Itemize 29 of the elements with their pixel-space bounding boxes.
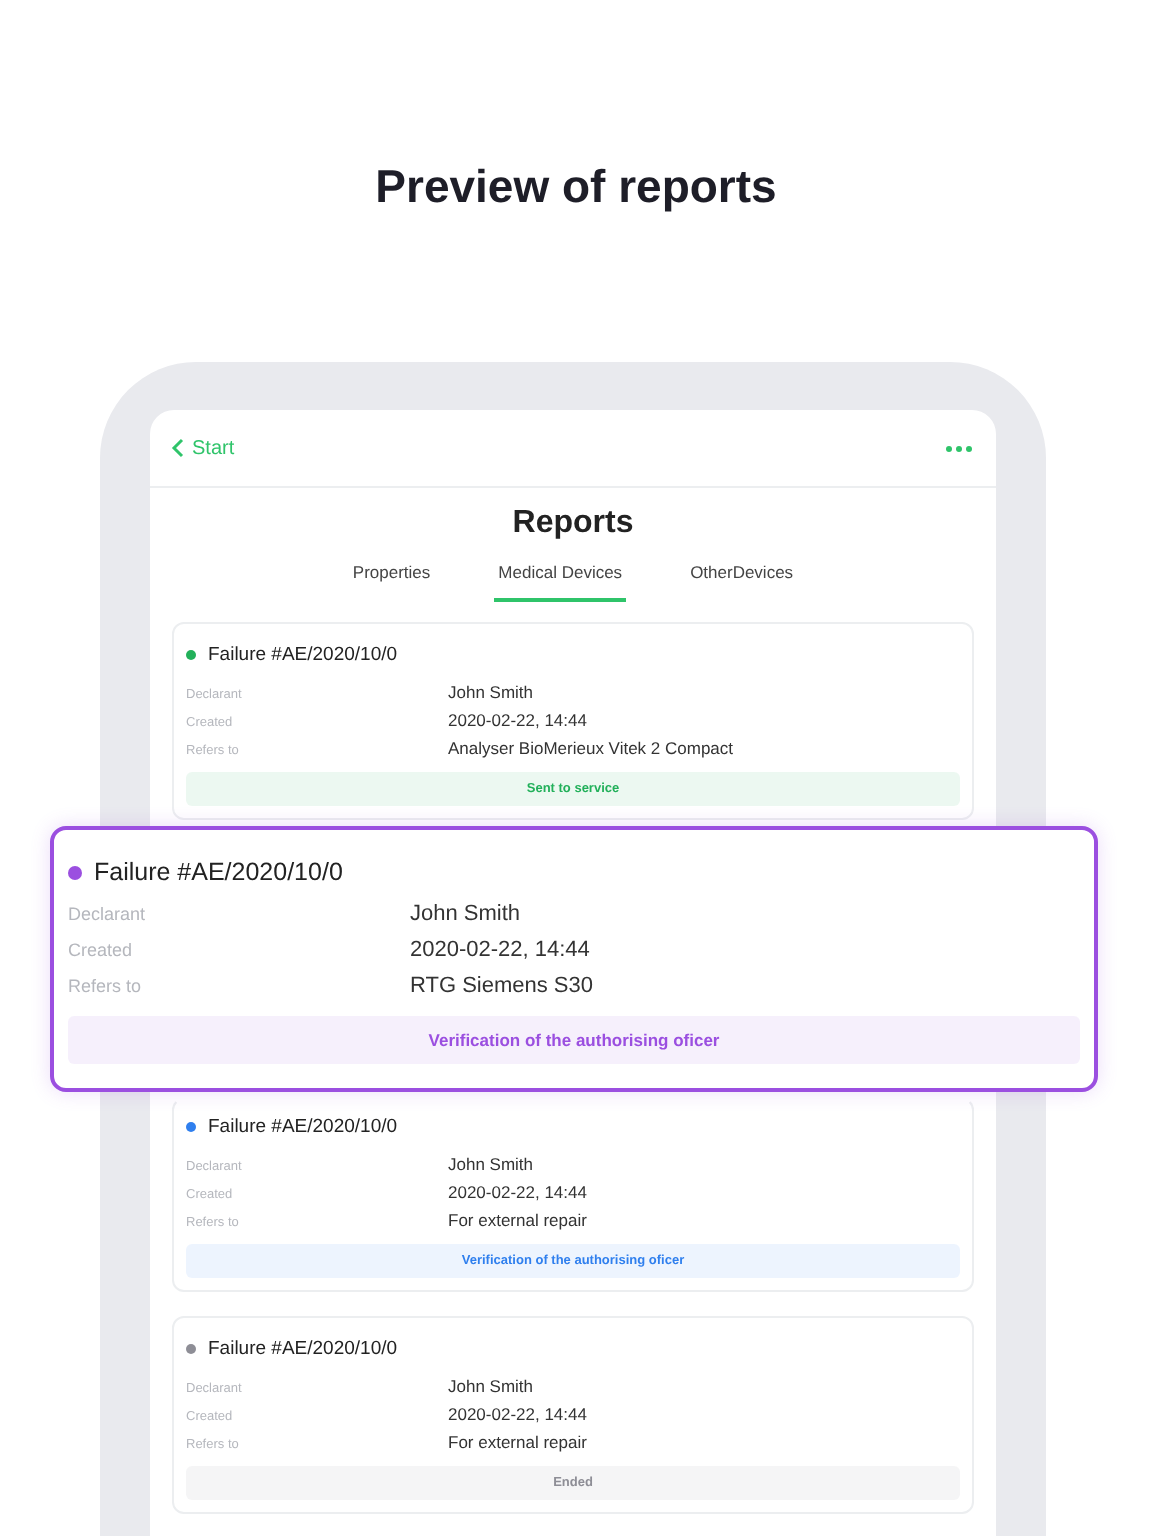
- tab[interactable]: OtherDevices: [686, 562, 798, 602]
- report-title: Failure #AE/2020/10/0: [208, 644, 398, 666]
- field-value: For external repair: [448, 1210, 589, 1230]
- field-value: For external repair: [448, 1432, 589, 1452]
- field-label: Declarant: [68, 904, 148, 924]
- status-label: Verification of the authorising oficer: [68, 1016, 1080, 1064]
- more-icon[interactable]: [942, 441, 976, 455]
- field-label: Refers to: [68, 976, 144, 996]
- field-value: John Smith: [410, 902, 523, 926]
- report-card[interactable]: Failure #AE/2020/10/0 Declarant John Smith Created 2020-02-22, 14:44 Refers to RTG Siemens S30 Verification of the authorising oficer: [50, 826, 1098, 1092]
- field-value: 2020-02-22, 14:44: [448, 1404, 589, 1424]
- field-label: Created: [68, 940, 135, 960]
- report-title: Failure #AE/2020/10/0: [208, 1338, 398, 1360]
- field-value: Analyser BioMerieux Vitek 2 Compact: [448, 738, 736, 758]
- page-headline: Preview of reports: [373, 160, 779, 214]
- back-label: Start: [192, 437, 235, 459]
- field-value: John Smith: [448, 1376, 536, 1396]
- field-value: John Smith: [448, 1154, 536, 1174]
- report-title: Failure #AE/2020/10/0: [94, 858, 343, 886]
- field-value: 2020-02-22, 14:44: [448, 710, 589, 730]
- field-value: 2020-02-22, 14:44: [410, 938, 592, 962]
- screen-title: Reports: [510, 506, 636, 542]
- chevron-left-icon: [170, 438, 184, 458]
- tab[interactable]: Medical Devices: [494, 562, 627, 602]
- report-title: Failure #AE/2020/10/0: [208, 1116, 398, 1138]
- field-value: RTG Siemens S30: [410, 974, 596, 998]
- field-value: 2020-02-22, 14:44: [448, 1182, 589, 1202]
- field-value: John Smith: [448, 682, 536, 702]
- tab[interactable]: Properties: [348, 562, 435, 602]
